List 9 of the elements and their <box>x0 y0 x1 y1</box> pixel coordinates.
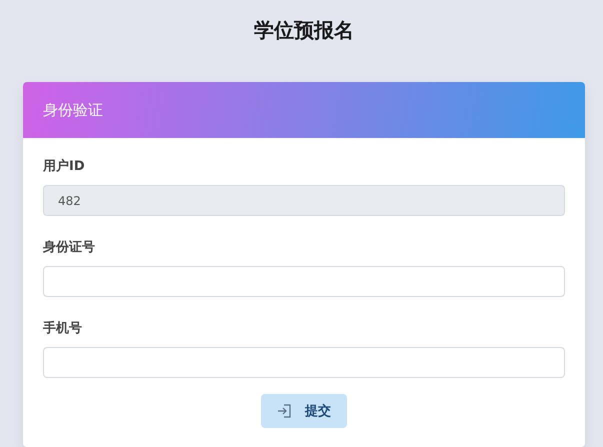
sign-in-icon <box>277 403 293 419</box>
field-label: 手机号 <box>43 320 83 338</box>
input-field[interactable] <box>43 266 565 297</box>
input-field[interactable] <box>43 347 565 378</box>
field-label: 身份证号 <box>43 239 96 257</box>
submit-button[interactable]: 提交 <box>261 394 347 428</box>
field-label: 用户ID <box>43 158 86 176</box>
card-title: 身份验证 <box>43 100 103 120</box>
page-title: 学位预报名 <box>254 17 354 44</box>
